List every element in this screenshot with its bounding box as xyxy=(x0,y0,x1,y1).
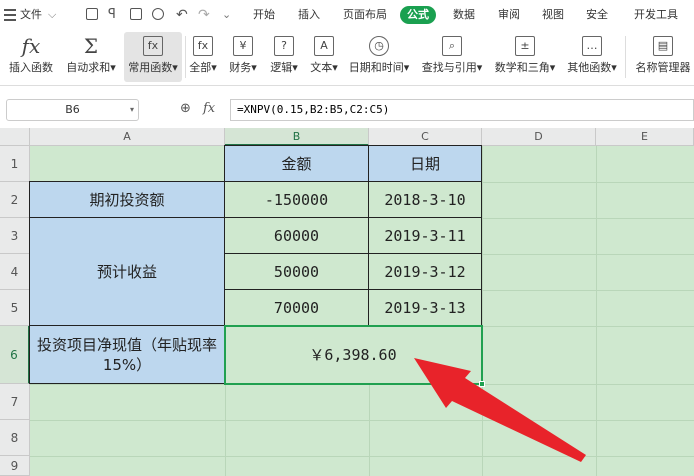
red-arrow-icon xyxy=(414,358,586,462)
annotation-arrow xyxy=(414,358,586,462)
